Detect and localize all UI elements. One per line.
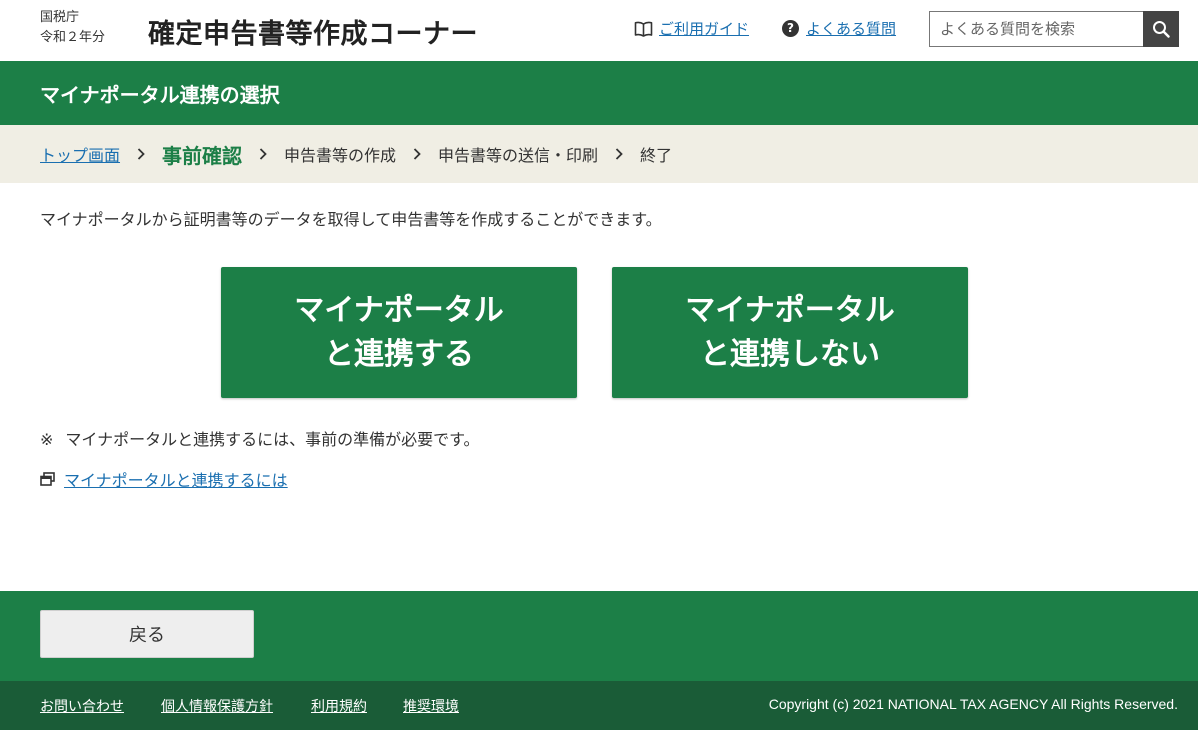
terms-of-use-link[interactable]: 利用規約 [311, 696, 367, 716]
step-create: 申告書等の作成 [284, 146, 397, 165]
copyright: Copyright (c) 2021 NATIONAL TAX AGENCY A… [768, 696, 1178, 712]
step-send-print: 申告書等の送信・印刷 [438, 146, 599, 165]
chevron-right-icon [396, 148, 438, 160]
app-title: 確定申告書等作成コーナー [148, 19, 478, 50]
title-bar: マイナポータル連携の選択 [0, 61, 1198, 125]
magnifier-icon [1152, 20, 1170, 38]
agency-name: 国税庁 [40, 10, 80, 25]
link-button-line2: と連携する [324, 336, 474, 372]
recommended-environment-link[interactable]: 推奨環境 [403, 696, 459, 716]
site-footer: お問い合わせ 個人情報保護方針 利用規約 推奨環境 Copyright (c) … [0, 681, 1198, 730]
preparation-note: ※ マイナポータルと連携するには、事前の準備が必要です。 [40, 426, 480, 450]
privacy-policy-link[interactable]: 個人情報保護方針 [161, 696, 273, 716]
link-button-line1: マイナポータル [294, 292, 504, 328]
step-navigation: トップ画面 事前確認 申告書等の作成 申告書等の送信・印刷 終了 [0, 125, 1198, 183]
tax-year: 令和２年分 [40, 30, 106, 45]
chevron-right-icon [120, 148, 162, 160]
page-title: マイナポータル連携の選択 [40, 83, 280, 107]
faq-search [929, 11, 1179, 47]
question-circle-icon: ? [782, 20, 799, 37]
chevron-right-icon [242, 148, 284, 160]
note-text: マイナポータルと連携するには、事前の準備が必要です。 [65, 430, 480, 449]
step-pre-check: 事前確認 [162, 143, 243, 168]
link-mynaportal-button[interactable]: マイナポータル と連携する [221, 267, 577, 398]
back-button[interactable]: 戻る [40, 610, 254, 658]
site-header: 国税庁 令和２年分 確定申告書等作成コーナー ご利用ガイド ? よくある質問 [0, 0, 1198, 61]
guide-link-label: ご利用ガイド [659, 20, 750, 38]
step-top[interactable]: トップ画面 [40, 142, 120, 166]
skip-mynaportal-button[interactable]: マイナポータル と連携しない [612, 267, 968, 398]
skip-button-line1: マイナポータル [685, 292, 895, 328]
how-to-link-link[interactable]: マイナポータルと連携するには [40, 467, 288, 491]
faq-link[interactable]: ? よくある質問 [782, 18, 896, 39]
chevron-right-icon [598, 148, 640, 160]
search-input[interactable] [929, 11, 1143, 47]
breadcrumb: トップ画面 事前確認 申告書等の作成 申告書等の送信・印刷 終了 [40, 125, 672, 183]
agency-label: 国税庁 令和２年分 [40, 8, 105, 48]
faq-link-label: よくある質問 [806, 20, 897, 38]
step-finish: 終了 [640, 146, 673, 165]
contact-link[interactable]: お問い合わせ [40, 696, 124, 716]
search-button[interactable] [1143, 11, 1179, 47]
note-mark: ※ [40, 430, 54, 449]
open-book-icon [634, 21, 653, 37]
footer-navigation: 戻る [0, 591, 1198, 681]
intro-text: マイナポータルから証明書等のデータを取得して申告書等を作成することができます。 [40, 210, 662, 229]
how-to-link-label: マイナポータルと連携するには [64, 471, 288, 490]
new-window-icon [40, 472, 55, 486]
guide-link[interactable]: ご利用ガイド [634, 18, 749, 39]
skip-button-line2: と連携しない [700, 336, 880, 372]
